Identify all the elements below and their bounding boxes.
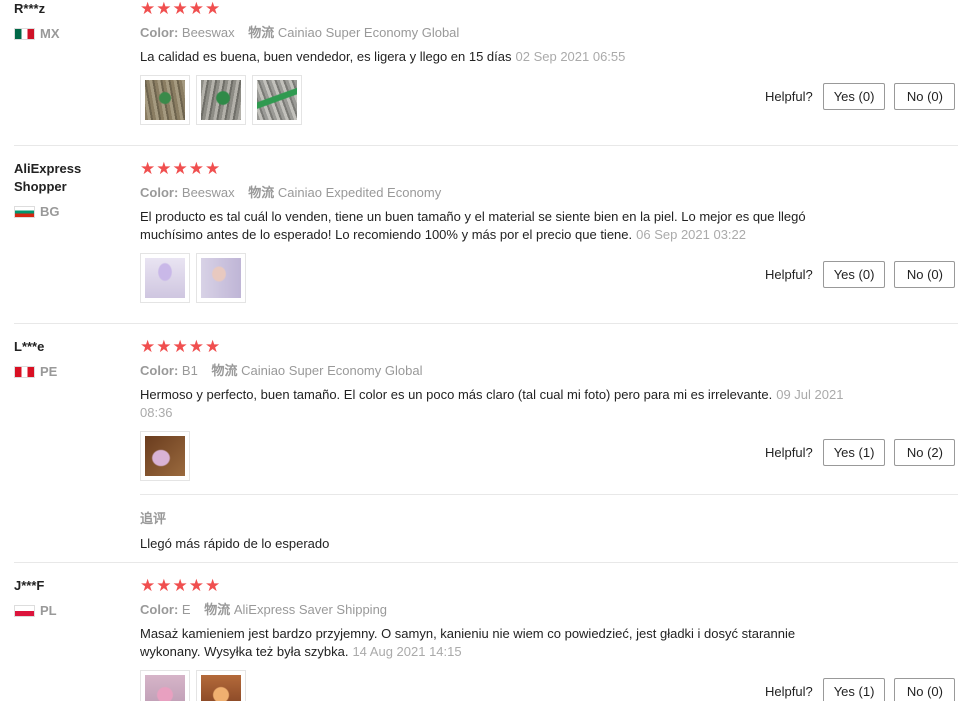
- shipping-label: 物流: [248, 185, 275, 200]
- helpful-label: Helpful?: [765, 445, 813, 460]
- helpful-label: Helpful?: [765, 684, 813, 699]
- divider: [14, 562, 958, 563]
- star-rating: ★★★★★: [140, 576, 222, 595]
- helpful-yes-button[interactable]: Yes (1): [822, 678, 886, 701]
- shipping-label: 物流: [248, 25, 275, 40]
- country-code: PL: [40, 603, 57, 618]
- helpful-label: Helpful?: [765, 267, 813, 282]
- flag-pl-icon: [14, 604, 35, 617]
- color-label: Color:: [140, 363, 179, 378]
- review-text: Masaż kamieniem jest bardzo przyjemny. O…: [140, 626, 796, 659]
- review-photo[interactable]: [196, 670, 246, 701]
- color-value: B1: [181, 363, 198, 378]
- color-value: Beeswax: [181, 25, 235, 40]
- color-value: Beeswax: [181, 185, 235, 200]
- review-meta: Color: Beeswax 物流 Cainiao Expedited Econ…: [140, 184, 860, 202]
- helpful-yes-button[interactable]: Yes (0): [822, 261, 886, 288]
- divider: [14, 145, 958, 146]
- country-code: PE: [40, 364, 58, 379]
- reviewer-name: J***F: [14, 578, 45, 593]
- divider: [140, 494, 958, 495]
- helpful-yes-button[interactable]: Yes (1): [822, 439, 886, 466]
- shipping-value: Cainiao Super Economy Global: [277, 25, 460, 40]
- color-label: Color:: [140, 185, 179, 200]
- reviewer-info: J***F PL: [14, 577, 124, 618]
- helpful-controls: Helpful? Yes (0) No (0): [765, 83, 956, 110]
- helpful-no-button[interactable]: No (0): [894, 678, 956, 701]
- reviewer-info: L***e PE: [14, 338, 124, 379]
- review-text: La calidad es buena, buen vendedor, es l…: [140, 49, 512, 64]
- color-value: E: [181, 602, 191, 617]
- shipping-value: AliExpress Saver Shipping: [233, 602, 388, 617]
- review-photo[interactable]: [196, 253, 246, 303]
- helpful-no-button[interactable]: No (0): [894, 261, 956, 288]
- reviewer-info: AliExpress Shopper BG: [14, 160, 124, 219]
- followup-label: 追评: [140, 511, 167, 526]
- review-photo[interactable]: [140, 670, 190, 701]
- reviewer-name: L***e: [14, 339, 45, 354]
- helpful-controls: Helpful? Yes (1) No (2): [765, 439, 956, 466]
- review-date: 14 Aug 2021 14:15: [352, 644, 462, 659]
- review-meta: Color: E 物流 AliExpress Saver Shipping: [140, 601, 860, 619]
- review-photo[interactable]: [140, 253, 190, 303]
- helpful-no-button[interactable]: No (0): [894, 83, 956, 110]
- flag-mx-icon: [14, 27, 35, 40]
- divider: [14, 323, 958, 324]
- helpful-no-button[interactable]: No (2): [894, 439, 956, 466]
- review-photo[interactable]: [140, 431, 190, 481]
- country-code: MX: [40, 26, 60, 41]
- star-rating: ★★★★★: [140, 0, 222, 18]
- review-meta: Color: B1 物流 Cainiao Super Economy Globa…: [140, 362, 860, 380]
- color-label: Color:: [140, 602, 179, 617]
- review-date: 02 Sep 2021 06:55: [515, 49, 626, 64]
- shipping-label: 物流: [211, 363, 238, 378]
- helpful-label: Helpful?: [765, 89, 813, 104]
- star-rating: ★★★★★: [140, 337, 222, 356]
- helpful-controls: Helpful? Yes (1) No (0): [765, 678, 956, 701]
- shipping-label: 物流: [204, 602, 231, 617]
- shipping-value: Cainiao Super Economy Global: [241, 363, 423, 378]
- review-text-block: Hermoso y perfecto, buen tamaño. El colo…: [140, 386, 845, 422]
- flag-bg-icon: [14, 205, 35, 218]
- review-photo[interactable]: [252, 75, 302, 125]
- review-meta: Color: Beeswax 物流 Cainiao Super Economy …: [140, 24, 860, 42]
- review-photo[interactable]: [140, 75, 190, 125]
- star-rating: ★★★★★: [140, 159, 222, 178]
- country-code: BG: [40, 204, 60, 219]
- review-text-block: La calidad es buena, buen vendedor, es l…: [140, 48, 860, 66]
- reviewer-name: AliExpress Shopper: [14, 161, 82, 194]
- reviewer-info: R***z MX: [14, 0, 124, 41]
- review-text-block: El producto es tal cuál lo venden, tiene…: [140, 208, 845, 244]
- followup-text: Llegó más rápido de lo esperado: [140, 536, 330, 551]
- review-text-block: Masaż kamieniem jest bardzo przyjemny. O…: [140, 625, 845, 661]
- helpful-yes-button[interactable]: Yes (0): [822, 83, 886, 110]
- color-label: Color:: [140, 25, 179, 40]
- flag-pe-icon: [14, 365, 35, 378]
- helpful-controls: Helpful? Yes (0) No (0): [765, 261, 956, 288]
- review-text: Hermoso y perfecto, buen tamaño. El colo…: [140, 387, 773, 402]
- shipping-value: Cainiao Expedited Economy: [277, 185, 442, 200]
- reviewer-name: R***z: [14, 1, 46, 16]
- review-date: 06 Sep 2021 03:22: [636, 227, 747, 242]
- review-photo[interactable]: [196, 75, 246, 125]
